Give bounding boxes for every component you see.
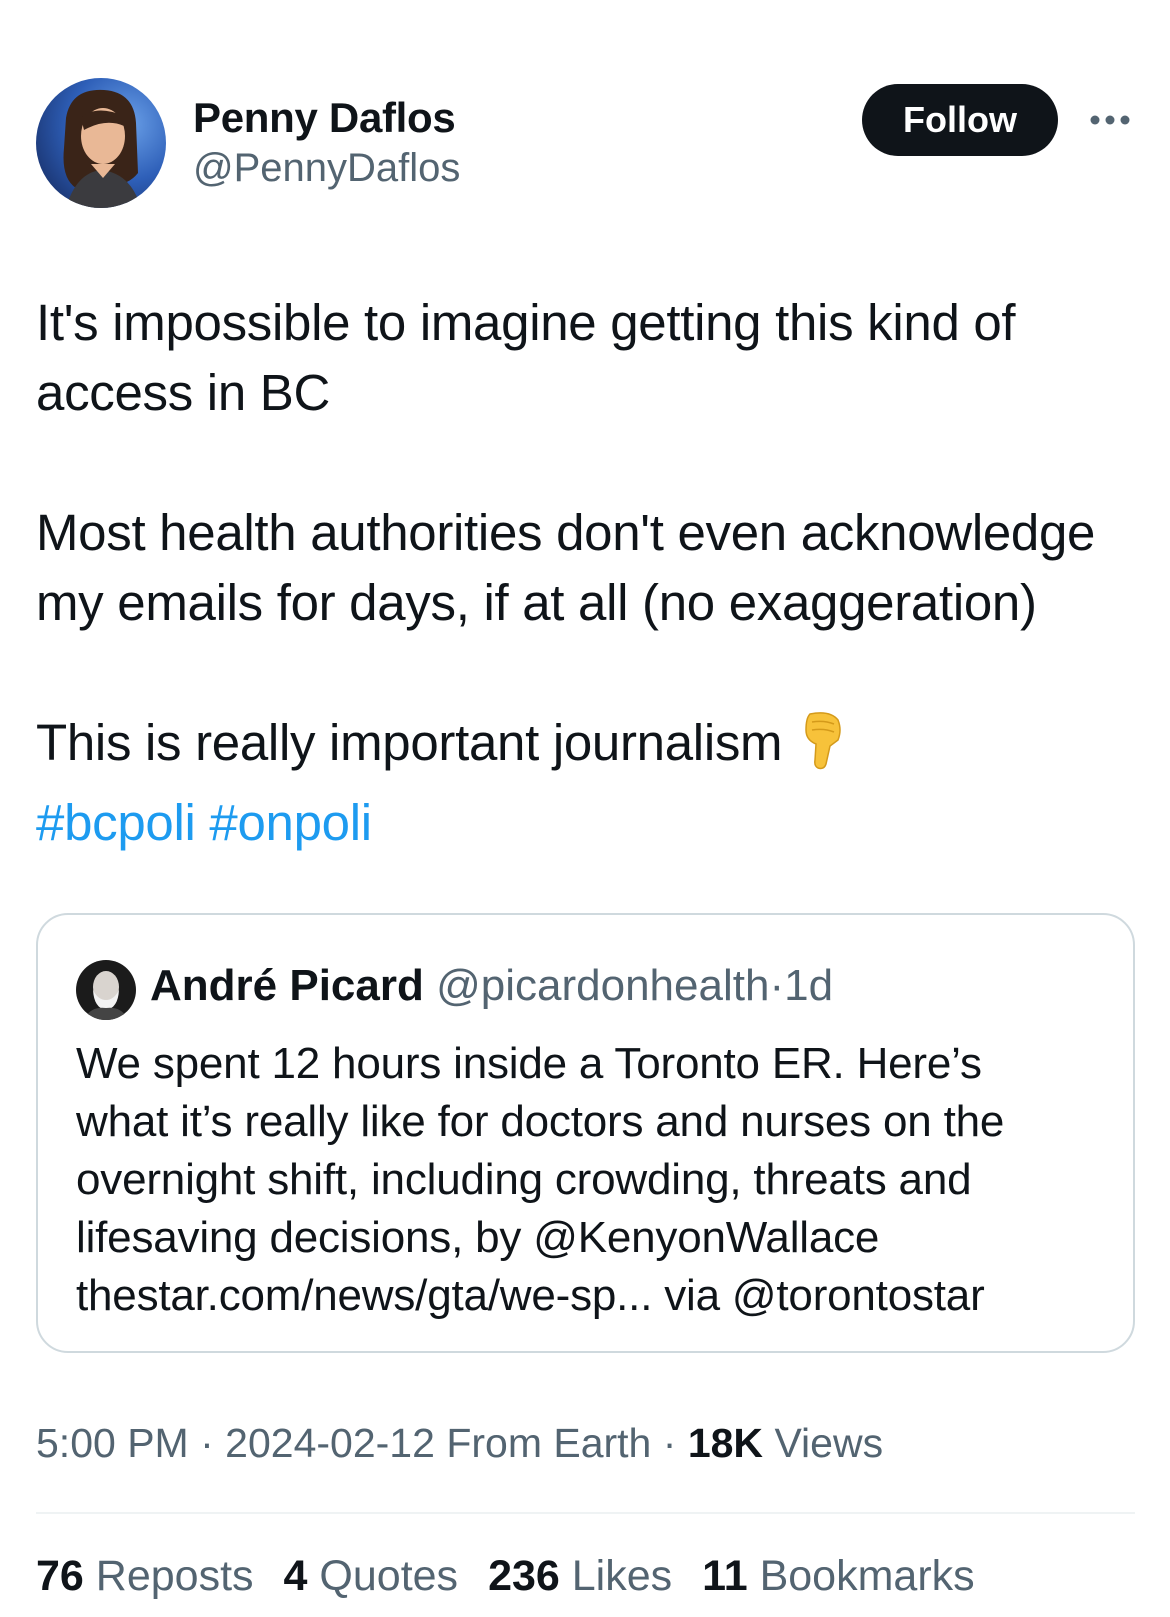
author-handle[interactable]: @PennyDaflos — [193, 146, 460, 191]
quoted-header: André Picard @picardonhealth·1d — [150, 961, 833, 1011]
quotes-stat[interactable]: 4 Quotes — [284, 1552, 459, 1601]
separator-dot: · — [769, 961, 785, 1010]
tweet-line: Most health authorities don't even ackno… — [36, 504, 1096, 561]
quoted-author-name[interactable]: André Picard — [150, 961, 424, 1010]
tweet-line: access in BC — [36, 364, 331, 421]
follow-button[interactable]: Follow — [862, 84, 1058, 156]
author-name[interactable]: Penny Daflos — [193, 94, 456, 142]
avatar-image — [36, 78, 166, 208]
quoted-author-avatar[interactable] — [76, 960, 136, 1020]
quoted-line: thestar.com/news/gta/we-sp... via @toron… — [76, 1271, 985, 1320]
author-avatar[interactable] — [36, 78, 166, 208]
views-count: 18K — [687, 1420, 764, 1466]
pointing-down-icon — [800, 710, 844, 788]
hashtag-link[interactable]: #bcpoli — [36, 794, 196, 851]
views-label: Views — [774, 1420, 884, 1466]
tweet-line: This is really important journalism — [36, 708, 1146, 788]
tweet-text: It's impossible to imagine getting this … — [36, 288, 1146, 858]
reposts-stat[interactable]: 76 Reposts — [36, 1552, 254, 1601]
divider — [36, 1512, 1135, 1514]
hashtag-link[interactable]: #onpoli — [209, 794, 372, 851]
quoted-text: We spent 12 hours inside a Toronto ER. H… — [76, 1035, 1116, 1325]
more-options-icon[interactable] — [1086, 104, 1134, 136]
quoted-tweet-card[interactable]: André Picard @picardonhealth·1d We spent… — [36, 913, 1135, 1353]
quotes-count: 4 — [283, 1552, 308, 1600]
quoted-author-handle[interactable]: @picardonhealth — [436, 961, 769, 1010]
quoted-line: We spent 12 hours inside a Toronto ER. H… — [76, 1039, 982, 1088]
likes-count: 236 — [488, 1552, 560, 1600]
tweet-line: my emails for days, if at all (no exagge… — [36, 574, 1037, 631]
quoted-line: overnight shift, including crowding, thr… — [76, 1155, 972, 1204]
bookmarks-label: Bookmarks — [759, 1552, 975, 1600]
tweet-date[interactable]: 2024-02-12 — [225, 1420, 435, 1466]
quoted-line: lifesaving decisions, by @KenyonWallace — [76, 1213, 880, 1262]
tweet-meta: 5:00 PM · 2024-02-12 From Earth · 18K Vi… — [36, 1420, 883, 1467]
quoted-line: what it’s really like for doctors and nu… — [76, 1097, 1005, 1146]
likes-stat[interactable]: 236 Likes — [488, 1552, 672, 1601]
bookmarks-stat[interactable]: 11 Bookmarks — [702, 1552, 975, 1601]
likes-label: Likes — [571, 1552, 673, 1600]
reposts-label: Reposts — [95, 1552, 254, 1600]
engagement-stats: 76 Reposts 4 Quotes 236 Likes 11 Bookmar… — [36, 1552, 975, 1601]
tweet-line: It's impossible to imagine getting this … — [36, 294, 1016, 351]
tweet-time[interactable]: 5:00 PM — [36, 1420, 189, 1466]
tweet-line-text: This is really important journalism — [36, 714, 783, 771]
quotes-label: Quotes — [319, 1552, 459, 1600]
hashtags-line: #bcpoli #onpoli — [36, 788, 1146, 858]
reposts-count: 76 — [36, 1552, 84, 1600]
quoted-timestamp[interactable]: 1d — [784, 961, 833, 1010]
tweet-source: From Earth — [446, 1420, 652, 1466]
separator-dot: · — [662, 1420, 677, 1466]
separator-dot: · — [200, 1420, 214, 1466]
bookmarks-count: 11 — [702, 1552, 748, 1600]
